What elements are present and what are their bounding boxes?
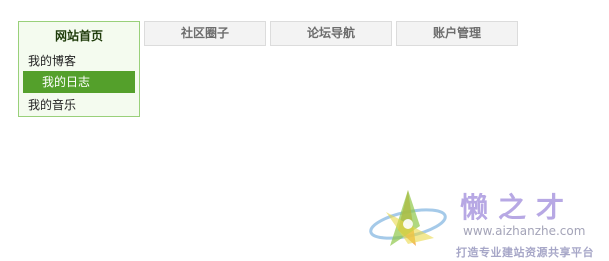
watermark-url: www.aizhanzhe.com <box>463 224 586 238</box>
nav-tab-community[interactable]: 社区圈子 <box>144 21 266 46</box>
menu-item-my-music[interactable]: 我的音乐 <box>23 94 135 116</box>
watermark-title: 懒之才 <box>460 191 575 224</box>
watermark-slogan: 打造专业建站资源共享平台 <box>456 246 594 259</box>
nav-tab-home[interactable]: 网站首页 <box>19 22 139 48</box>
nav-dropdown-home: 网站首页 我的博客 我的日志 我的音乐 <box>18 21 140 117</box>
menu-item-my-diary[interactable]: 我的日志 <box>23 71 135 93</box>
nav-tab-forum-nav[interactable]: 论坛导航 <box>270 21 392 46</box>
menu-item-my-blog[interactable]: 我的博客 <box>23 50 135 72</box>
nav-tab-account[interactable]: 账户管理 <box>396 21 518 46</box>
watermark-logo-icon <box>369 190 447 246</box>
